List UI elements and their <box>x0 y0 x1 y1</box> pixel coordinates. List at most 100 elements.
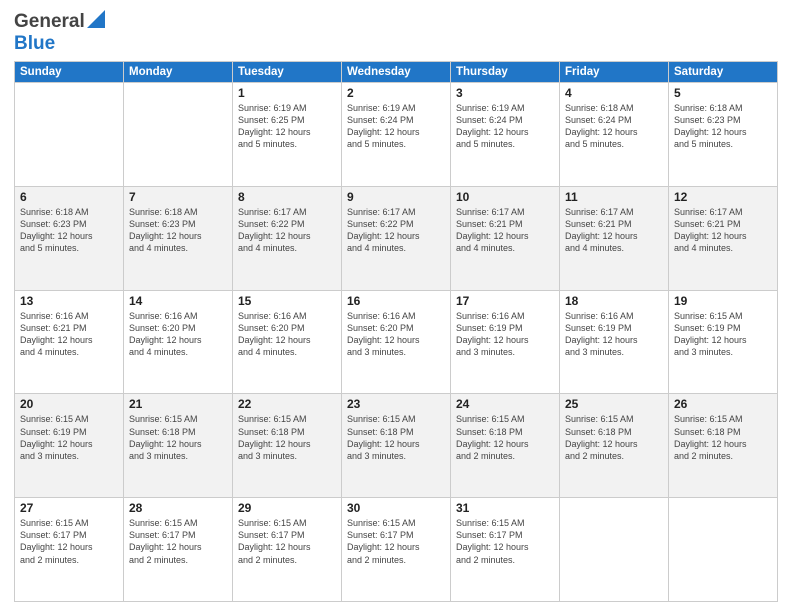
day-number: 21 <box>129 397 227 411</box>
day-cell: 30 Sunrise: 6:15 AM Sunset: 6:17 PM Dayli… <box>342 498 451 602</box>
day-number: 12 <box>674 190 772 204</box>
day-info: Sunrise: 6:18 AM Sunset: 6:23 PM Dayligh… <box>129 206 227 255</box>
day-info: Sunrise: 6:16 AM Sunset: 6:20 PM Dayligh… <box>347 310 445 359</box>
day-cell: 8 Sunrise: 6:17 AM Sunset: 6:22 PM Daylig… <box>233 186 342 290</box>
day-number: 30 <box>347 501 445 515</box>
week-row-4: 20 Sunrise: 6:15 AM Sunset: 6:19 PM Dayli… <box>15 394 778 498</box>
day-cell: 5 Sunrise: 6:18 AM Sunset: 6:23 PM Daylig… <box>669 83 778 187</box>
day-number: 10 <box>456 190 554 204</box>
day-number: 23 <box>347 397 445 411</box>
day-info: Sunrise: 6:17 AM Sunset: 6:21 PM Dayligh… <box>674 206 772 255</box>
day-info: Sunrise: 6:17 AM Sunset: 6:21 PM Dayligh… <box>456 206 554 255</box>
day-number: 8 <box>238 190 336 204</box>
day-info: Sunrise: 6:18 AM Sunset: 6:23 PM Dayligh… <box>674 102 772 151</box>
day-cell <box>560 498 669 602</box>
day-cell <box>669 498 778 602</box>
day-cell: 29 Sunrise: 6:15 AM Sunset: 6:17 PM Dayli… <box>233 498 342 602</box>
day-number: 27 <box>20 501 118 515</box>
weekday-header-saturday: Saturday <box>669 62 778 83</box>
header: General Blue <box>14 10 778 55</box>
day-cell <box>124 83 233 187</box>
day-number: 5 <box>674 86 772 100</box>
day-number: 20 <box>20 397 118 411</box>
week-row-3: 13Sunrise: 6:16 AM Sunset: 6:21 PM Dayli… <box>15 290 778 394</box>
weekday-header-wednesday: Wednesday <box>342 62 451 83</box>
day-number: 2 <box>347 86 445 100</box>
day-info: Sunrise: 6:19 AM Sunset: 6:24 PM Dayligh… <box>456 102 554 151</box>
day-cell: 2 Sunrise: 6:19 AM Sunset: 6:24 PM Daylig… <box>342 83 451 187</box>
day-cell: 18 Sunrise: 6:16 AM Sunset: 6:19 PM Dayli… <box>560 290 669 394</box>
day-info: Sunrise: 6:15 AM Sunset: 6:17 PM Dayligh… <box>238 517 336 566</box>
day-number: 14 <box>129 294 227 308</box>
day-cell: 25 Sunrise: 6:15 AM Sunset: 6:18 PM Dayli… <box>560 394 669 498</box>
day-cell: 4 Sunrise: 6:18 AM Sunset: 6:24 PM Daylig… <box>560 83 669 187</box>
day-number: 11 <box>565 190 663 204</box>
logo-text: General <box>14 11 85 33</box>
day-cell: 7 Sunrise: 6:18 AM Sunset: 6:23 PM Daylig… <box>124 186 233 290</box>
day-cell: 17 Sunrise: 6:16 AM Sunset: 6:19 PM Dayli… <box>451 290 560 394</box>
day-cell: 14 Sunrise: 6:16 AM Sunset: 6:20 PM Dayli… <box>124 290 233 394</box>
day-number: 9 <box>347 190 445 204</box>
day-cell: 13Sunrise: 6:16 AM Sunset: 6:21 PM Dayli… <box>15 290 124 394</box>
day-info: Sunrise: 6:18 AM Sunset: 6:24 PM Dayligh… <box>565 102 663 151</box>
calendar-page: General Blue SundayMondayTuesdayWednesda… <box>0 0 792 612</box>
day-info: Sunrise: 6:18 AM Sunset: 6:23 PM Dayligh… <box>20 206 118 255</box>
week-row-5: 27 Sunrise: 6:15 AM Sunset: 6:17 PM Dayli… <box>15 498 778 602</box>
day-cell: 21 Sunrise: 6:15 AM Sunset: 6:18 PM Dayli… <box>124 394 233 498</box>
day-info: Sunrise: 6:15 AM Sunset: 6:18 PM Dayligh… <box>238 413 336 462</box>
day-info: Sunrise: 6:19 AM Sunset: 6:24 PM Dayligh… <box>347 102 445 151</box>
day-number: 17 <box>456 294 554 308</box>
day-number: 19 <box>674 294 772 308</box>
day-number: 31 <box>456 501 554 515</box>
day-info: Sunrise: 6:17 AM Sunset: 6:22 PM Dayligh… <box>347 206 445 255</box>
day-number: 15 <box>238 294 336 308</box>
day-info: Sunrise: 6:15 AM Sunset: 6:17 PM Dayligh… <box>129 517 227 566</box>
day-cell: 27Sunrise: 6:15 AM Sunset: 6:17 PM Dayli… <box>15 498 124 602</box>
day-cell: 24Sunrise: 6:15 AM Sunset: 6:18 PM Dayli… <box>451 394 560 498</box>
day-cell: 31 Sunrise: 6:15 AM Sunset: 6:17 PM Dayli… <box>451 498 560 602</box>
weekday-header-row: SundayMondayTuesdayWednesdayThursdayFrid… <box>15 62 778 83</box>
day-cell: 1Sunrise: 6:19 AM Sunset: 6:25 PM Daylig… <box>233 83 342 187</box>
day-number: 6 <box>20 190 118 204</box>
day-number: 4 <box>565 86 663 100</box>
day-cell: 16Sunrise: 6:16 AM Sunset: 6:20 PM Dayli… <box>342 290 451 394</box>
day-cell: 3 Sunrise: 6:19 AM Sunset: 6:24 PM Daylig… <box>451 83 560 187</box>
day-info: Sunrise: 6:16 AM Sunset: 6:20 PM Dayligh… <box>238 310 336 359</box>
weekday-header-monday: Monday <box>124 62 233 83</box>
logo-triangle-icon <box>87 10 105 33</box>
day-info: Sunrise: 6:16 AM Sunset: 6:20 PM Dayligh… <box>129 310 227 359</box>
day-info: Sunrise: 6:15 AM Sunset: 6:18 PM Dayligh… <box>129 413 227 462</box>
logo-blue-text: Blue <box>14 33 55 54</box>
logo: General Blue <box>14 10 105 55</box>
day-number: 29 <box>238 501 336 515</box>
calendar-table: SundayMondayTuesdayWednesdayThursdayFrid… <box>14 61 778 602</box>
day-info: Sunrise: 6:15 AM Sunset: 6:19 PM Dayligh… <box>20 413 118 462</box>
day-info: Sunrise: 6:15 AM Sunset: 6:17 PM Dayligh… <box>347 517 445 566</box>
day-info: Sunrise: 6:15 AM Sunset: 6:17 PM Dayligh… <box>456 517 554 566</box>
day-number: 28 <box>129 501 227 515</box>
day-info: Sunrise: 6:15 AM Sunset: 6:18 PM Dayligh… <box>674 413 772 462</box>
day-cell: 22Sunrise: 6:15 AM Sunset: 6:18 PM Dayli… <box>233 394 342 498</box>
weekday-header-friday: Friday <box>560 62 669 83</box>
day-number: 25 <box>565 397 663 411</box>
day-cell: 15 Sunrise: 6:16 AM Sunset: 6:20 PM Dayli… <box>233 290 342 394</box>
day-info: Sunrise: 6:16 AM Sunset: 6:19 PM Dayligh… <box>456 310 554 359</box>
week-row-1: 1Sunrise: 6:19 AM Sunset: 6:25 PM Daylig… <box>15 83 778 187</box>
weekday-header-sunday: Sunday <box>15 62 124 83</box>
week-row-2: 6 Sunrise: 6:18 AM Sunset: 6:23 PM Daylig… <box>15 186 778 290</box>
day-info: Sunrise: 6:15 AM Sunset: 6:18 PM Dayligh… <box>565 413 663 462</box>
day-cell: 20 Sunrise: 6:15 AM Sunset: 6:19 PM Dayli… <box>15 394 124 498</box>
day-info: Sunrise: 6:15 AM Sunset: 6:19 PM Dayligh… <box>674 310 772 359</box>
day-cell: 10 Sunrise: 6:17 AM Sunset: 6:21 PM Dayli… <box>451 186 560 290</box>
day-info: Sunrise: 6:16 AM Sunset: 6:19 PM Dayligh… <box>565 310 663 359</box>
day-cell <box>15 83 124 187</box>
day-number: 3 <box>456 86 554 100</box>
day-info: Sunrise: 6:15 AM Sunset: 6:18 PM Dayligh… <box>456 413 554 462</box>
day-number: 7 <box>129 190 227 204</box>
day-number: 18 <box>565 294 663 308</box>
day-cell: 19 Sunrise: 6:15 AM Sunset: 6:19 PM Dayli… <box>669 290 778 394</box>
day-cell: 26Sunrise: 6:15 AM Sunset: 6:18 PM Dayli… <box>669 394 778 498</box>
day-cell: 12 Sunrise: 6:17 AM Sunset: 6:21 PM Dayli… <box>669 186 778 290</box>
day-info: Sunrise: 6:16 AM Sunset: 6:21 PM Dayligh… <box>20 310 118 359</box>
day-info: Sunrise: 6:17 AM Sunset: 6:22 PM Dayligh… <box>238 206 336 255</box>
